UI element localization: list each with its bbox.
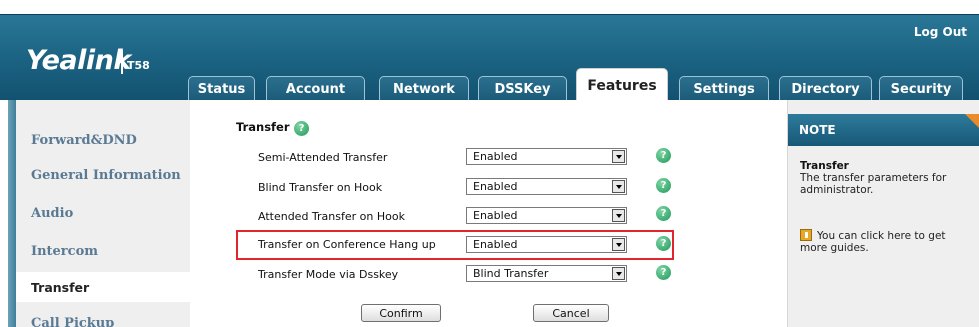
chevron-down-icon [612,267,625,280]
note-text: The transfer parameters for administrato… [800,172,947,196]
section-title: Transfer [236,120,290,134]
semi-attended-transfer-label: Semi-Attended Transfer [258,151,388,164]
logout-link[interactable]: Log Out [914,25,967,39]
sidebar-accent-bar [8,100,16,327]
chevron-down-icon [612,180,625,193]
chevron-down-icon [612,238,625,251]
attended-transfer-on-hook-label: Attended Transfer on Hook [258,210,405,223]
select-value: Enabled [473,209,518,222]
select-value: Enabled [473,238,518,251]
attended-transfer-on-hook-select[interactable]: Enabled [466,207,627,224]
chevron-down-icon [612,150,625,163]
note-title: Transfer [800,160,849,172]
sidebar-item-transfer[interactable]: Transfer [16,272,190,302]
tab-network[interactable]: Network [379,76,469,102]
tab-features[interactable]: Features [576,68,668,102]
sidebar-item-intercom[interactable]: Intercom [16,236,190,266]
chevron-down-icon [612,209,625,222]
question-circle-icon[interactable]: ? [656,236,671,251]
transfer-mode-via-dsskey-select[interactable]: Blind Transfer [466,265,627,282]
guide-book-icon [800,229,812,241]
tab-directory[interactable]: Directory [779,76,872,102]
confirm-button[interactable]: Confirm [361,304,441,322]
brand-logo: Yealink [26,45,131,76]
sidebar-item-audio[interactable]: Audio [16,198,190,228]
device-model: T58 [127,59,150,72]
question-circle-icon[interactable]: ? [656,178,671,193]
question-circle-icon[interactable]: ? [656,148,671,163]
logo-divider [121,50,123,74]
transfer-on-conference-hang-up-label: Transfer on Conference Hang up [258,238,436,251]
sidebar-item-general-information[interactable]: General Information [16,160,190,190]
tab-security[interactable]: Security [879,76,963,102]
blind-transfer-on-hook-select[interactable]: Enabled [466,178,627,195]
tab-account[interactable]: Account [266,76,365,102]
sidebar-item-forward-dnd[interactable]: Forward&DND [16,125,190,155]
sidebar: Forward&DND General Information Audio In… [0,100,190,327]
main-panel: Transfer ? Semi-Attended Transfer Enable… [190,100,787,327]
question-circle-icon[interactable]: ? [294,121,309,136]
note-panel: NOTE Transfer The transfer parameters fo… [787,100,979,327]
sidebar-item-call-pickup[interactable]: Call Pickup [16,308,190,327]
select-value: Enabled [473,150,518,163]
select-value: Blind Transfer [473,267,549,280]
semi-attended-transfer-select[interactable]: Enabled [466,148,627,165]
guide-link-text: You can click here to get more guides. [800,230,946,254]
cancel-button[interactable]: Cancel [533,304,609,322]
question-circle-icon[interactable]: ? [656,265,671,280]
blind-transfer-on-hook-label: Blind Transfer on Hook [258,181,383,194]
tab-status[interactable]: Status [188,76,255,102]
question-circle-icon[interactable]: ? [656,206,671,221]
select-value: Enabled [473,180,518,193]
top-header: Yealink T58 Log Out Status Account Netwo… [0,14,979,102]
guide-link[interactable]: You can click here to get more guides. [800,229,976,254]
note-header: NOTE [788,114,979,146]
transfer-mode-via-dsskey-label: Transfer Mode via Dsskey [258,268,399,281]
note-corner-decoration [965,114,979,128]
transfer-on-conference-hang-up-select[interactable]: Enabled [466,236,627,253]
tab-dsskey[interactable]: DSSKey [478,76,567,102]
tab-settings[interactable]: Settings [679,76,769,102]
